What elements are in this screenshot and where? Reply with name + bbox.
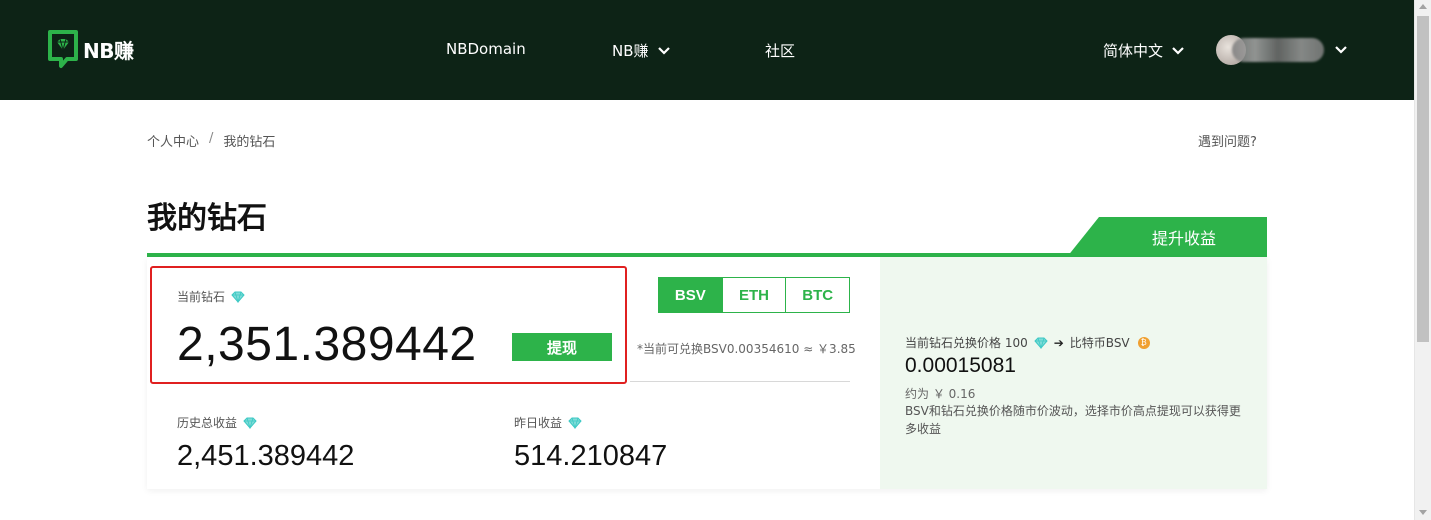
yesterday-earnings-value: 514.210847 — [514, 440, 668, 472]
top-navbar: NB赚 NBDomain NB赚 社区 简体中文 — [0, 0, 1414, 100]
diamond-icon — [231, 291, 245, 303]
brand-logo[interactable]: NB赚 — [47, 29, 134, 69]
coin-tab-bsv[interactable]: BSV — [659, 278, 723, 312]
exchange-rate-value: 0.00015081 — [905, 354, 1016, 377]
breadcrumb-home[interactable]: 个人中心 — [147, 131, 199, 150]
arrow-right-icon: ➔ — [1053, 335, 1064, 350]
language-selector[interactable]: 简体中文 — [1103, 40, 1185, 61]
yesterday-earnings-label-text: 昨日收益 — [514, 416, 563, 430]
withdraw-button[interactable]: 提现 — [512, 333, 612, 361]
current-diamonds-value: 2,351.389442 — [177, 318, 477, 371]
exchange-rate-suffix: 比特币BSV — [1069, 336, 1130, 350]
history-earnings-label: 历史总收益 — [177, 414, 257, 431]
section-divider — [630, 381, 850, 382]
current-diamonds-label: 当前钻石 — [177, 288, 245, 305]
breadcrumb-separator: / — [209, 131, 214, 146]
page-scrollbar[interactable] — [1414, 0, 1431, 520]
coin-tab-btc[interactable]: BTC — [786, 278, 849, 312]
brand-name: NB赚 — [83, 38, 134, 63]
boost-earnings-tab[interactable]: 提升收益 — [1067, 217, 1267, 257]
exchange-rate-description: BSV和钻石兑换价格随市价波动，选择市价高点提现可以获得更多收益 — [905, 404, 1241, 436]
scroll-thumb[interactable] — [1417, 16, 1429, 342]
chevron-down-icon[interactable] — [1334, 45, 1348, 55]
current-diamonds-label-text: 当前钻石 — [177, 290, 226, 304]
diamond-icon — [1034, 337, 1048, 349]
language-label: 简体中文 — [1103, 42, 1164, 60]
nb-logo-icon — [48, 30, 78, 68]
username-redacted[interactable] — [1232, 38, 1324, 62]
help-link[interactable]: 遇到问题? — [1198, 131, 1257, 150]
history-earnings-value: 2,451.389442 — [177, 440, 355, 472]
history-earnings-label-text: 历史总收益 — [177, 416, 238, 430]
breadcrumb-current: 我的钻石 — [223, 135, 276, 150]
exchange-rate-cny: 约为 ￥ 0.16 — [905, 387, 976, 401]
yesterday-earnings-label: 昨日收益 — [514, 414, 582, 431]
scroll-up-arrow-icon[interactable] — [1419, 4, 1427, 9]
nav-link-nbdomain[interactable]: NBDomain — [446, 40, 526, 58]
chevron-down-icon — [1172, 46, 1184, 55]
diamond-icon — [243, 417, 257, 429]
page-title: 我的钻石 — [147, 201, 267, 236]
breadcrumb: 个人中心 / 我的钻石 — [147, 131, 275, 150]
nav-link-nbearn-label: NB赚 — [612, 42, 649, 60]
exchange-rate-label: 当前钻石兑换价格 100 ➔ 比特币BSV ₿ — [905, 334, 1150, 351]
coin-selector: BSV ETH BTC — [658, 277, 850, 313]
coin-tab-eth[interactable]: ETH — [723, 278, 787, 312]
bsv-coin-icon: ₿ — [1137, 336, 1150, 349]
nav-link-community[interactable]: 社区 — [765, 40, 795, 61]
exchangeable-note: *当前可兑换BSV0.00354610 ≈ ￥3.85 — [637, 342, 856, 356]
chevron-down-icon — [657, 46, 670, 55]
diamond-icon — [568, 417, 582, 429]
scroll-down-arrow-icon[interactable] — [1419, 510, 1427, 515]
exchange-rate-prefix: 当前钻石兑换价格 100 — [905, 336, 1028, 350]
nav-link-nbearn[interactable]: NB赚 — [612, 40, 671, 61]
